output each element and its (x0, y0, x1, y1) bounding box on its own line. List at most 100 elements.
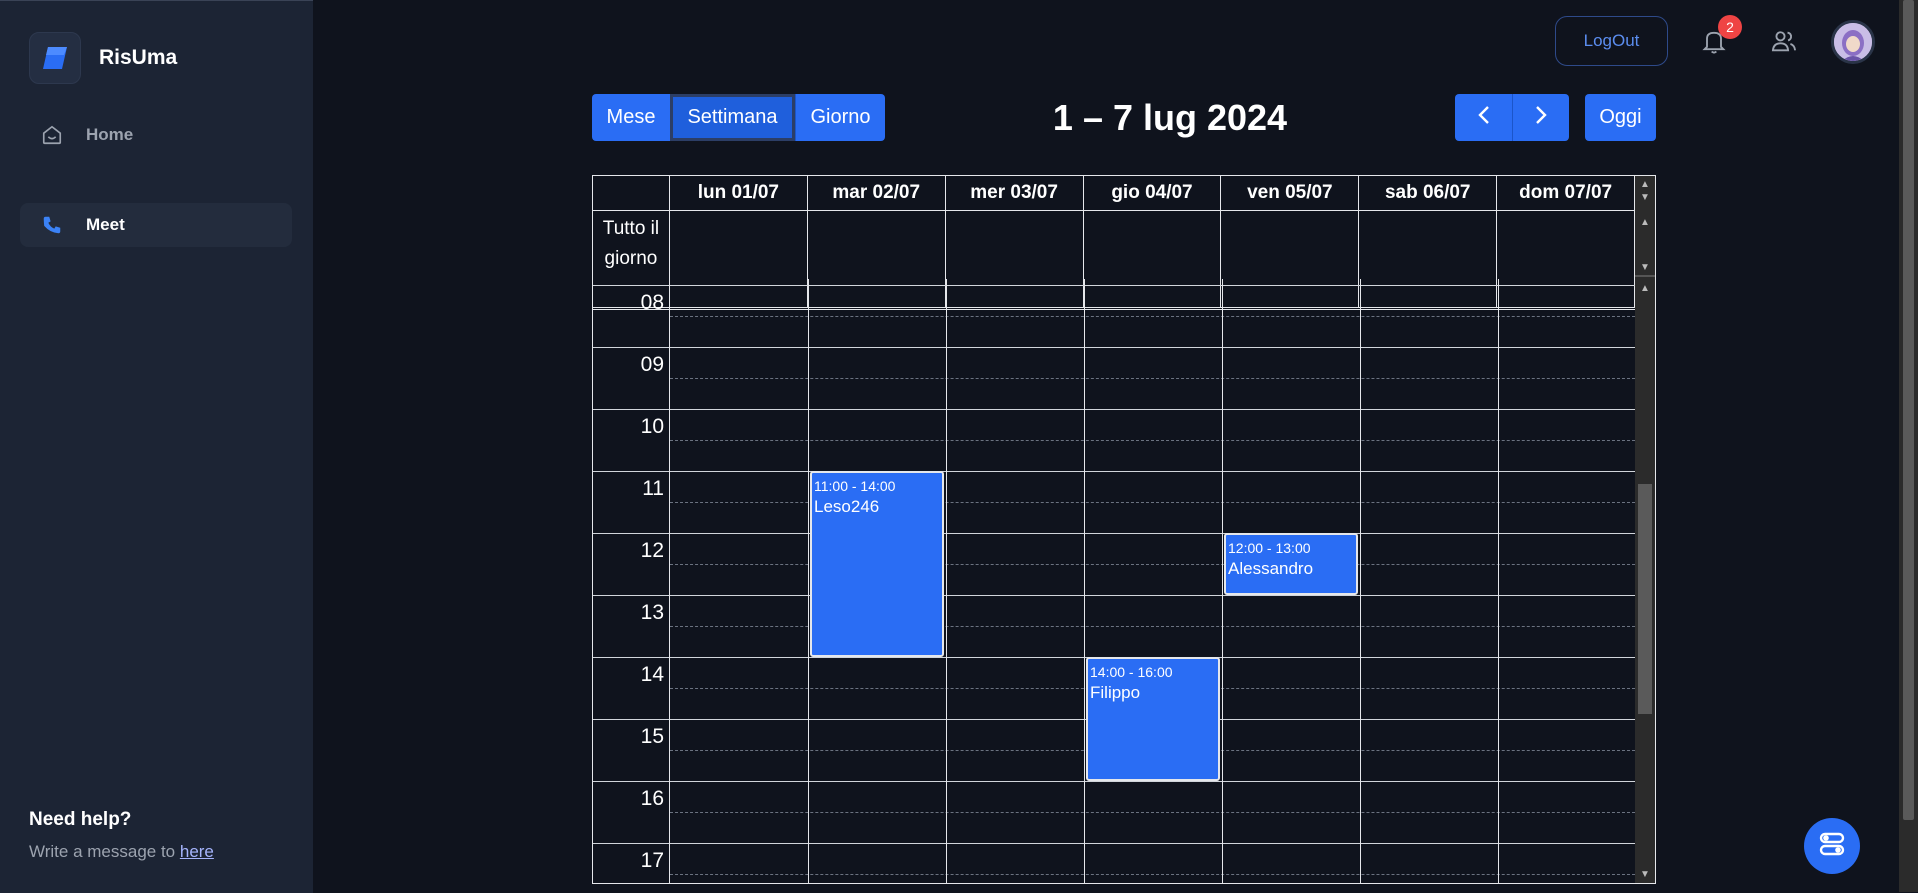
event-time: 12:00 - 13:00 (1228, 540, 1311, 556)
calendar-title: 1 – 7 lug 2024 (1052, 97, 1288, 138)
scroll-down-icon[interactable]: ▼ (1635, 191, 1655, 205)
scrollbar-thumb[interactable] (1638, 484, 1652, 714)
hour-label: 09 (640, 353, 664, 376)
view-switcher: Mese Settimana Giorno (592, 94, 885, 141)
chevron-left-icon (1477, 105, 1491, 131)
notification-badge: 2 (1718, 15, 1742, 39)
sidebar-item-home[interactable]: Home (20, 113, 292, 157)
hour-row: 12 (593, 533, 1635, 595)
help-link[interactable]: here (180, 842, 214, 861)
event-time: 11:00 - 14:00 (814, 478, 896, 494)
hour-line (593, 533, 1635, 534)
hour-label: 12 (640, 539, 664, 562)
day-column-line (669, 279, 670, 883)
hour-label: 13 (640, 601, 664, 624)
hour-line (593, 781, 1635, 782)
help-text-label: Write a message to (29, 842, 180, 861)
scroll-down-icon[interactable]: ▼ (1635, 868, 1655, 882)
hour-label: 16 (640, 787, 664, 810)
hour-label: 10 (640, 415, 664, 438)
half-hour-line (670, 316, 1635, 317)
brand-name: RisUma (99, 46, 178, 69)
page-scrollbar-thumb[interactable] (1903, 0, 1914, 820)
toggles-icon (1817, 829, 1847, 864)
sidebar-item-meet[interactable]: Meet (20, 203, 292, 247)
calendar-scrollbar[interactable]: ▲ ▼ ▲ ▼ ▲ ▼ (1635, 176, 1655, 883)
hour-row: 16 (593, 781, 1635, 843)
sidebar: RisUma Home Meet Need help? Write a mess… (0, 0, 313, 893)
hour-line (593, 409, 1635, 410)
help-title: Need help? (29, 809, 132, 830)
scroll-down-icon[interactable]: ▼ (1635, 261, 1655, 275)
day-column-line (1498, 279, 1499, 883)
calendar-header: lun 01/07 mar 02/07 mer 03/07 gio 04/07 … (593, 176, 1636, 211)
brand-logo-icon (29, 32, 81, 84)
logout-button[interactable]: LogOut (1555, 16, 1668, 66)
day-column-line (808, 279, 809, 883)
calendar-event[interactable]: 14:00 - 16:00 Filippo (1086, 657, 1220, 781)
view-month-button[interactable]: Mese (592, 94, 670, 141)
day-column-line (1084, 279, 1085, 883)
avatar[interactable] (1831, 20, 1875, 64)
half-hour-line (670, 378, 1635, 379)
day-header[interactable]: sab 06/07 (1359, 176, 1498, 210)
day-header[interactable]: mer 03/07 (946, 176, 1084, 210)
week-calendar: lun 01/07 mar 02/07 mer 03/07 gio 04/07 … (592, 175, 1656, 884)
hour-line (593, 843, 1635, 844)
page-scrollbar[interactable] (1899, 0, 1918, 892)
home-icon (40, 123, 64, 147)
event-title: Leso246 (814, 497, 880, 516)
hour-line (593, 285, 1635, 286)
scroll-up-icon[interactable]: ▲ (1635, 178, 1655, 192)
event-title: Filippo (1090, 683, 1141, 702)
help-section: Need help? Write a message to here (29, 809, 214, 862)
scrollbar-separator (1635, 275, 1655, 277)
hour-label: 15 (640, 725, 664, 748)
day-column-line (1360, 279, 1361, 883)
hour-label: 08 (640, 291, 664, 314)
hour-row: 09 (593, 347, 1635, 409)
phone-icon (40, 213, 64, 237)
hour-row: 17 (593, 843, 1635, 883)
day-header[interactable]: dom 07/07 (1497, 176, 1636, 210)
half-hour-line (670, 874, 1635, 875)
hour-row: 11 (593, 471, 1635, 533)
header-gutter (593, 176, 670, 210)
scroll-up-icon[interactable]: ▲ (1635, 282, 1655, 296)
event-time: 14:00 - 16:00 (1090, 664, 1173, 680)
day-column-line (946, 279, 947, 883)
today-button[interactable]: Oggi (1585, 94, 1656, 141)
hour-row: 10 (593, 409, 1635, 471)
hour-row: 08 (593, 285, 1635, 347)
users-icon[interactable] (1770, 27, 1798, 55)
hour-label: 14 (640, 663, 664, 686)
hour-label: 17 (640, 849, 664, 872)
assistant-fab-button[interactable] (1804, 818, 1860, 874)
hour-line (593, 347, 1635, 348)
calendar-event[interactable]: 11:00 - 14:00 Leso246 (810, 471, 944, 657)
hour-row: 13 (593, 595, 1635, 657)
brand[interactable]: RisUma (29, 32, 177, 84)
prev-button[interactable] (1455, 94, 1512, 141)
view-week-button[interactable]: Settimana (670, 94, 795, 141)
day-header[interactable]: lun 01/07 (670, 176, 808, 210)
day-header[interactable]: ven 05/07 (1221, 176, 1360, 210)
chevron-right-icon (1534, 105, 1548, 131)
sidebar-item-label: Home (86, 125, 134, 144)
day-column-line (1222, 279, 1223, 883)
scroll-up-icon[interactable]: ▲ (1635, 216, 1655, 230)
sidebar-item-label: Meet (86, 215, 125, 234)
view-day-button[interactable]: Giorno (795, 94, 885, 141)
hour-line (593, 471, 1635, 472)
half-hour-line (670, 812, 1635, 813)
day-header[interactable]: mar 02/07 (808, 176, 946, 210)
half-hour-line (670, 440, 1635, 441)
date-navigation (1455, 94, 1569, 141)
hour-label: 11 (642, 477, 664, 500)
day-header[interactable]: gio 04/07 (1084, 176, 1222, 210)
hour-line (593, 595, 1635, 596)
next-button[interactable] (1512, 94, 1569, 141)
calendar-event[interactable]: 12:00 - 13:00 Alessandro (1224, 533, 1358, 595)
time-grid[interactable]: 08 09 10 11 12 13 14 15 16 17 11:00 - 14:00 Leso246… (593, 279, 1635, 883)
event-title: Alessandro (1228, 559, 1314, 578)
